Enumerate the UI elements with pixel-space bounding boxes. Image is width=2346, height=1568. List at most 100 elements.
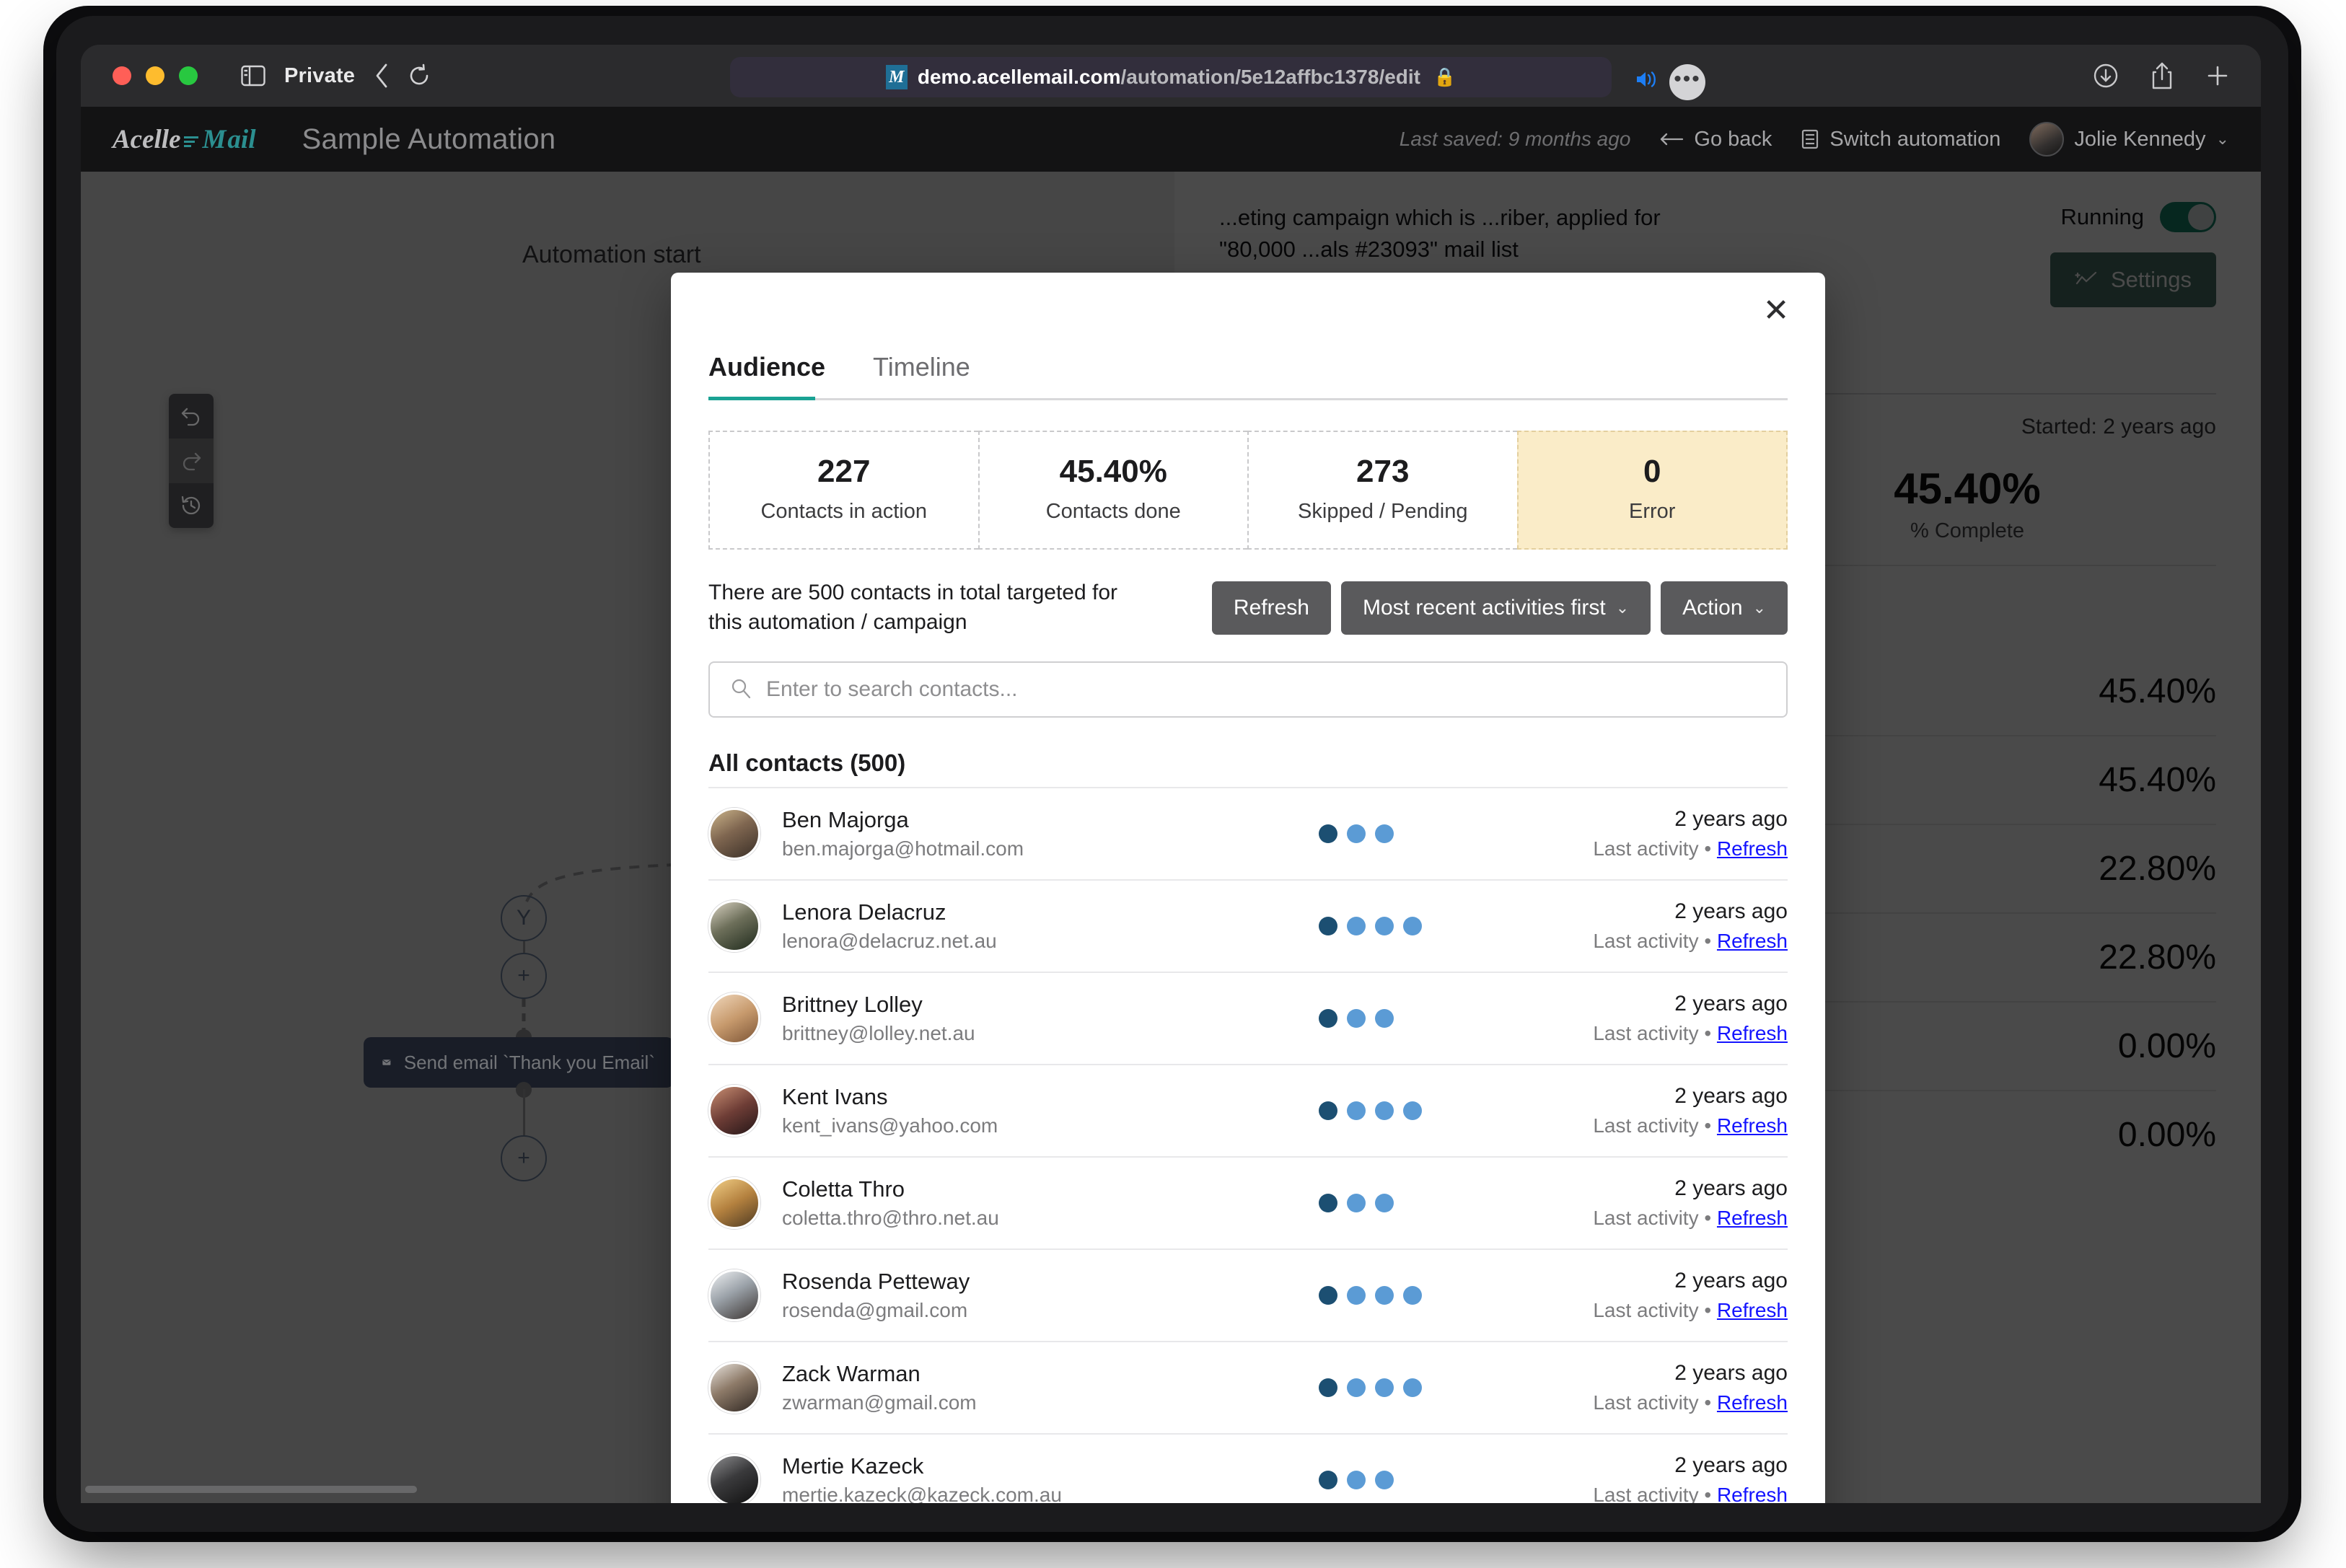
speaker-icon[interactable]: [1635, 69, 1659, 96]
window-controls[interactable]: [113, 66, 198, 85]
progress-dot: [1375, 917, 1394, 935]
row-refresh-link[interactable]: Refresh: [1717, 1299, 1788, 1321]
row-refresh-link[interactable]: Refresh: [1717, 1207, 1788, 1229]
chevron-down-icon: ⌄: [2215, 130, 2229, 148]
contact-row[interactable]: Coletta Thro coletta.thro@thro.net.au 2 ye…: [708, 1156, 1788, 1248]
modal-tabs[interactable]: Audience Timeline: [708, 352, 1788, 400]
tab-timeline[interactable]: Timeline: [873, 352, 970, 398]
stat-card: 45.40% Contacts done: [978, 431, 1247, 550]
back-chevron-icon[interactable]: [374, 63, 390, 89]
contact-last-activity: 2 years ago Last activity • Refresh: [1542, 1084, 1788, 1137]
refresh-button[interactable]: Refresh: [1211, 581, 1331, 635]
running-toggle-row[interactable]: Running: [2061, 202, 2216, 232]
contact-row[interactable]: Zack Warman zwarman@gmail.com 2 years ago L…: [708, 1341, 1788, 1433]
history-icon[interactable]: [169, 483, 214, 528]
sidebar-icon[interactable]: [241, 65, 265, 87]
contact-row[interactable]: Mertie Kazeck mertie.kazeck@kazeck.com.au…: [708, 1433, 1788, 1503]
redo-icon[interactable]: [169, 439, 214, 483]
private-mode-label: Private: [284, 63, 356, 87]
progress-dot: [1347, 1009, 1366, 1028]
search-contacts-box[interactable]: [708, 661, 1788, 718]
flow-node-yes[interactable]: Y: [501, 895, 547, 941]
contact-email: ben.majorga@hotmail.com: [782, 837, 1024, 860]
ellipsis-icon[interactable]: •••: [1669, 64, 1705, 100]
close-window-button[interactable]: [113, 66, 131, 85]
avatar: [708, 1362, 760, 1414]
contact-time: 2 years ago: [1674, 992, 1788, 1016]
contact-row[interactable]: Ben Majorga ben.majorga@hotmail.com 2 year…: [708, 787, 1788, 879]
close-icon[interactable]: ✕: [1759, 295, 1793, 330]
screenshot-root: Private M demo.acellemail.com/automation…: [0, 0, 2346, 1568]
contact-name: Brittney Lolley: [782, 992, 923, 1017]
progress-dot: [1319, 824, 1337, 843]
action-dropdown-label: Action: [1682, 595, 1743, 620]
contact-time: 2 years ago: [1674, 1269, 1788, 1292]
contact-last-activity: 2 years ago Last activity • Refresh: [1542, 899, 1788, 953]
contact-row[interactable]: Rosenda Petteway rosenda@gmail.com 2 years…: [708, 1248, 1788, 1341]
last-activity-label: Last activity •: [1593, 1207, 1717, 1229]
progress-dot: [1319, 917, 1337, 935]
magic-wand-icon: [2075, 271, 2097, 285]
canvas-toolbar[interactable]: [169, 394, 214, 528]
brand-lines-icon: [183, 132, 200, 148]
last-saved-label: Last saved: 9 months ago: [1399, 128, 1631, 150]
contact-identity: Lenora Delacruz lenora@delacruz.net.au: [782, 899, 1319, 953]
search-input[interactable]: [766, 677, 1766, 702]
canvas-horizontal-scrollbar[interactable]: [85, 1486, 417, 1493]
contact-time: 2 years ago: [1674, 1453, 1788, 1477]
progress-dot: [1403, 1101, 1422, 1120]
contact-progress-dots: [1319, 824, 1542, 843]
row-refresh-link[interactable]: Refresh: [1717, 1484, 1788, 1503]
flow-node-add-2[interactable]: +: [501, 1135, 547, 1181]
tab-audience[interactable]: Audience: [708, 352, 825, 398]
last-activity-label: Last activity •: [1593, 1299, 1717, 1321]
contact-activity-line: Last activity • Refresh: [1542, 1207, 1788, 1230]
all-contacts-heading: All contacts (500): [708, 749, 906, 776]
url-host: demo.acellemail.com: [917, 66, 1121, 88]
tab-audience-underline: [708, 397, 815, 400]
contact-name: Ben Majorga: [782, 807, 909, 832]
list-controls: There are 500 contacts in total targeted…: [708, 578, 1788, 637]
switch-automation-button[interactable]: Switch automation: [1801, 128, 2000, 151]
last-activity-label: Last activity •: [1593, 930, 1717, 952]
maximize-window-button[interactable]: [179, 66, 198, 85]
contact-row[interactable]: Brittney Lolley brittney@lolley.net.au 2 y…: [708, 972, 1788, 1064]
action-dropdown[interactable]: Action ⌄: [1661, 581, 1788, 635]
avatar: [2029, 122, 2065, 157]
row-refresh-link[interactable]: Refresh: [1717, 930, 1788, 952]
share-icon[interactable]: [2150, 61, 2174, 90]
last-activity-label: Last activity •: [1593, 1022, 1717, 1044]
stat-card-value: 0: [1643, 454, 1661, 489]
row-refresh-link[interactable]: Refresh: [1717, 1114, 1788, 1137]
row-refresh-link[interactable]: Refresh: [1717, 1391, 1788, 1414]
reload-icon[interactable]: [408, 63, 430, 88]
flow-node-add-1[interactable]: +: [501, 953, 547, 999]
settings-button[interactable]: Settings: [2050, 252, 2216, 307]
contact-progress-dots: [1319, 1286, 1542, 1305]
user-menu[interactable]: Jolie Kennedy ⌄: [2029, 122, 2229, 157]
progress-dot: [1347, 1194, 1366, 1212]
flow-node-send-email[interactable]: Send email `Thank you Email`: [364, 1037, 674, 1088]
progress-dot: [1375, 1471, 1394, 1489]
running-toggle[interactable]: [2160, 202, 2216, 232]
stat-card-label: Contacts in action: [760, 500, 927, 523]
minimize-window-button[interactable]: [146, 66, 164, 85]
audience-modal: ✕ Audience Timeline 227 Contacts in actio…: [671, 273, 1825, 1503]
progress-dot: [1347, 824, 1366, 843]
sort-dropdown[interactable]: Most recent activities first ⌄: [1340, 581, 1651, 635]
download-icon[interactable]: [2092, 62, 2119, 89]
row-refresh-link[interactable]: Refresh: [1717, 1022, 1788, 1044]
contact-row[interactable]: Lenora Delacruz lenora@delacruz.net.au 2 y…: [708, 879, 1788, 972]
go-back-button[interactable]: Go back: [1659, 128, 1772, 151]
acelle-mail-logo[interactable]: Acelle M ail: [113, 124, 255, 155]
avatar: [708, 1177, 760, 1229]
new-tab-plus-icon[interactable]: [2205, 63, 2231, 89]
contact-name: Mertie Kazeck: [782, 1453, 924, 1479]
contact-row[interactable]: Kent Ivans kent_ivans@yahoo.com 2 years ag…: [708, 1064, 1788, 1156]
brand-ail: ail: [227, 124, 256, 154]
envelope-icon: [382, 1060, 391, 1065]
address-bar[interactable]: M demo.acellemail.com/automation/5e12aff…: [730, 57, 1705, 100]
row-refresh-link[interactable]: Refresh: [1717, 837, 1788, 860]
contact-progress-dots: [1319, 1101, 1542, 1120]
undo-icon[interactable]: [169, 394, 214, 439]
